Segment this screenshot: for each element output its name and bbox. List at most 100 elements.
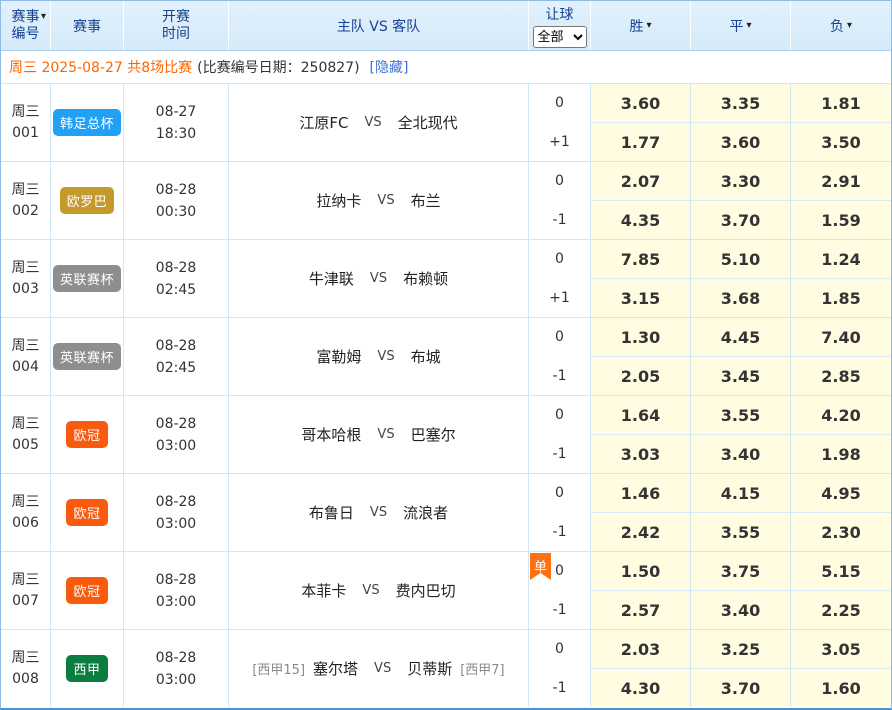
- handicap-cell: 0 -1: [529, 630, 591, 707]
- odds-lose-bottom[interactable]: 2.30: [791, 513, 891, 551]
- header-match-id-label: 赛事编号: [10, 9, 41, 43]
- odds-lose-bottom[interactable]: 1.98: [791, 435, 891, 473]
- league-cell: 欧冠: [51, 474, 124, 551]
- odds-lose-bottom[interactable]: 1.85: [791, 279, 891, 317]
- away-team: 全北现代: [398, 112, 458, 133]
- odds-win-top[interactable]: 2.03: [591, 630, 691, 669]
- odds-win-top[interactable]: 1.30: [591, 318, 691, 357]
- odds-lose-bottom[interactable]: 1.59: [791, 201, 891, 239]
- odds-lose-top[interactable]: 1.81: [791, 84, 891, 123]
- odds-lose-top[interactable]: 3.05: [791, 630, 891, 669]
- odds-lose-bottom[interactable]: 1.60: [791, 669, 891, 707]
- odds-draw-top[interactable]: 3.75: [691, 552, 791, 591]
- vs-label: VS: [377, 349, 394, 364]
- handicap-cell: 单 0 -1: [529, 552, 591, 629]
- odds-draw-top[interactable]: 3.25: [691, 630, 791, 669]
- odds-win-top[interactable]: 7.85: [591, 240, 691, 279]
- odds-win-bottom[interactable]: 2.57: [591, 591, 691, 629]
- match-number: 002: [12, 201, 39, 222]
- odds-draw-bottom[interactable]: 3.40: [691, 435, 791, 473]
- odds-lose-bottom[interactable]: 2.85: [791, 357, 891, 395]
- away-team: 巴塞尔: [411, 424, 456, 445]
- match-day: 周三: [12, 336, 40, 357]
- home-rank-note: [西甲15]: [252, 659, 305, 678]
- handicap-value-top: 0: [529, 474, 590, 513]
- sort-arrow-icon[interactable]: ▾: [746, 20, 751, 31]
- header-handicap: 让球 全部: [529, 1, 591, 50]
- handicap-value-bottom: +1: [529, 279, 590, 318]
- teams-cell: 牛津联 VS 布赖顿: [229, 240, 529, 317]
- odds-draw-bottom[interactable]: 3.55: [691, 513, 791, 551]
- away-team: 费内巴切: [396, 580, 456, 601]
- odds-win-top[interactable]: 2.07: [591, 162, 691, 201]
- league-badge: 欧冠: [66, 421, 107, 448]
- match-day: 周三: [12, 258, 40, 279]
- teams-cell: 布鲁日 VS 流浪者: [229, 474, 529, 551]
- odds-draw-top[interactable]: 4.15: [691, 474, 791, 513]
- odds-lose-top[interactable]: 2.91: [791, 162, 891, 201]
- odds-lose-top[interactable]: 7.40: [791, 318, 891, 357]
- odds-win-bottom[interactable]: 3.15: [591, 279, 691, 317]
- odds-win-bottom[interactable]: 2.05: [591, 357, 691, 395]
- header-lose[interactable]: 负 ▾: [791, 1, 891, 50]
- table-header: 赛事编号 ▾ 赛事 开赛时间 主队 VS 客队 让球 全部 胜 ▾ 平 ▾ 负 …: [1, 1, 891, 51]
- odds-lose-top[interactable]: 4.20: [791, 396, 891, 435]
- odds-win-bottom[interactable]: 3.03: [591, 435, 691, 473]
- odds-draw-bottom[interactable]: 3.70: [691, 201, 791, 239]
- odds-win-bottom[interactable]: 4.35: [591, 201, 691, 239]
- odds-win-top[interactable]: 1.64: [591, 396, 691, 435]
- handicap-value-top: 0: [529, 84, 590, 123]
- vs-label: VS: [377, 427, 394, 442]
- odds-win-top[interactable]: 1.50: [591, 552, 691, 591]
- handicap-value-top: 0: [529, 396, 590, 435]
- header-win[interactable]: 胜 ▾: [591, 1, 691, 50]
- sort-arrow-icon[interactable]: ▾: [41, 11, 46, 22]
- odds-win-bottom[interactable]: 1.77: [591, 123, 691, 161]
- odds-lose-bottom[interactable]: 2.25: [791, 591, 891, 629]
- odds-lose-top[interactable]: 1.24: [791, 240, 891, 279]
- odds-draw-top[interactable]: 4.45: [691, 318, 791, 357]
- odds-lose-bottom[interactable]: 3.50: [791, 123, 891, 161]
- odds-win-top[interactable]: 3.60: [591, 84, 691, 123]
- odds-draw-bottom[interactable]: 3.40: [691, 591, 791, 629]
- handicap-filter-select[interactable]: 全部: [533, 26, 587, 48]
- odds-draw-top[interactable]: 3.30: [691, 162, 791, 201]
- odds-lose-top[interactable]: 5.15: [791, 552, 891, 591]
- match-number: 006: [12, 513, 39, 534]
- handicap-cell: 0 -1: [529, 318, 591, 395]
- match-time: 08-28 03:00: [124, 396, 229, 473]
- header-start-time-label: 开赛时间: [161, 9, 192, 43]
- league-cell: 英联赛杯: [51, 318, 124, 395]
- odds-win-bottom[interactable]: 4.30: [591, 669, 691, 707]
- header-match-id[interactable]: 赛事编号 ▾: [1, 1, 51, 50]
- header-competition: 赛事: [51, 1, 124, 50]
- league-cell: 韩足总杯: [51, 84, 124, 161]
- handicap-value-bottom: -1: [529, 357, 590, 396]
- match-time: 08-27 18:30: [124, 84, 229, 161]
- odds-win-top[interactable]: 1.46: [591, 474, 691, 513]
- odds-draw-top[interactable]: 3.35: [691, 84, 791, 123]
- handicap-value-bottom: -1: [529, 435, 590, 474]
- match-date: 08-28: [156, 257, 197, 279]
- header-lose-label: 负: [830, 16, 844, 36]
- odds-draw-bottom[interactable]: 3.45: [691, 357, 791, 395]
- odds-draw-top[interactable]: 5.10: [691, 240, 791, 279]
- odds-lose-top[interactable]: 4.95: [791, 474, 891, 513]
- header-draw[interactable]: 平 ▾: [691, 1, 791, 50]
- match-time: 08-28 00:30: [124, 162, 229, 239]
- odds-draw-bottom[interactable]: 3.68: [691, 279, 791, 317]
- odds-draw-bottom[interactable]: 3.60: [691, 123, 791, 161]
- hide-link[interactable]: [隐藏]: [370, 57, 409, 77]
- odds-draw-bottom[interactable]: 3.70: [691, 669, 791, 707]
- sort-arrow-icon[interactable]: ▾: [847, 20, 852, 31]
- handicap-cell: 0 -1: [529, 162, 591, 239]
- vs-label: VS: [374, 661, 391, 676]
- odds-table: 赛事编号 ▾ 赛事 开赛时间 主队 VS 客队 让球 全部 胜 ▾ 平 ▾ 负 …: [0, 0, 892, 710]
- odds-draw-top[interactable]: 3.55: [691, 396, 791, 435]
- match-start-time: 03:00: [156, 591, 196, 613]
- match-date: 08-28: [156, 569, 197, 591]
- match-day: 周三: [12, 102, 40, 123]
- sort-arrow-icon[interactable]: ▾: [646, 20, 651, 31]
- match-number: 007: [12, 591, 39, 612]
- odds-win-bottom[interactable]: 2.42: [591, 513, 691, 551]
